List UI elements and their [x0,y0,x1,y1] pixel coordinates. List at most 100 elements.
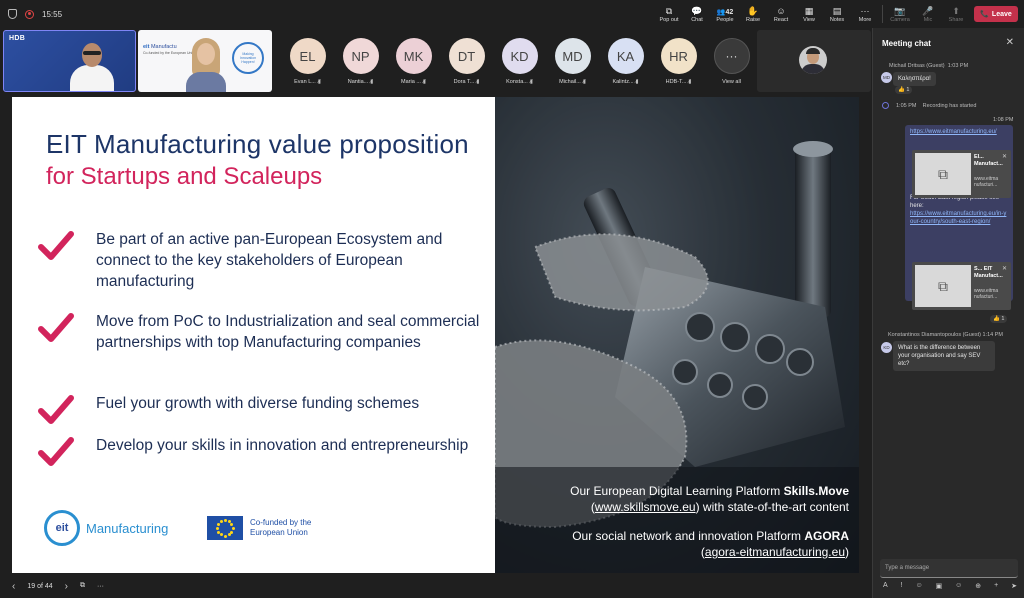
slide-grid-icon[interactable]: ⧉ [80,582,85,590]
video-tile-presenter[interactable]: eit Manufactu Co-funded by the European … [138,30,272,92]
recording-icon [25,9,34,19]
avatar: KD [881,342,892,353]
people-button[interactable]: 👥42 People [711,0,739,28]
grid-icon: ▦ [804,5,814,16]
making-innovation-logo: Making Innovation Happen! [232,42,264,74]
add-icon[interactable]: + [994,582,998,590]
skillsmove-link[interactable]: www.skillsmove.eu [595,500,696,514]
avatar: KD [501,38,538,74]
mic-off-icon: ▮̸ [317,79,321,85]
chat-message[interactable]: What is the difference between your orga… [893,341,995,371]
recording-icon [882,102,889,109]
bullet-item: Develop your skills in innovation and en… [38,435,468,466]
camera-button[interactable]: 📷 Camera [886,0,914,28]
avatar: MD [881,72,892,83]
message-input[interactable]: Type a message [880,559,1018,578]
south-east-link[interactable]: https://www.eitmanufacturing.eu/in-your-… [910,210,1008,226]
bullet-item: Fuel your growth with diverse funding sc… [38,393,419,424]
camera-icon: 📷 [894,5,906,16]
next-slide-icon[interactable]: › [65,581,68,592]
gif-icon[interactable]: ▣ [936,582,943,590]
checkmark-icon [38,395,74,424]
video-strip: HDB eit Manufactu Co-funded by the Europ… [0,28,872,94]
popout-button[interactable]: ⧉ Pop out [655,0,683,28]
agora-link[interactable]: agora-eitmanufacturing.eu [705,545,845,559]
participant-video-person [70,41,114,91]
notes-icon: ▤ [832,5,842,16]
shield-icon[interactable] [8,9,17,19]
skills-move-caption: Our European Digital Learning Platform S… [570,484,849,514]
previous-slide-icon[interactable]: ‹ [12,581,15,592]
avatar: DT [448,38,485,74]
emoji-icon[interactable]: ☺ [916,582,923,590]
message-time: 1:08 PM [993,117,1014,123]
slide-more-icon[interactable]: ··· [97,583,104,590]
participant-tile[interactable]: MK Maria ... ▮̸ [387,28,440,94]
close-icon[interactable]: ✕ [1006,37,1014,48]
eit-manufacturing-logo: eit Manufacturing [44,510,168,546]
loop-icon[interactable]: ⊕ [975,582,981,590]
chat-title: Meeting chat [882,39,931,48]
people-count: 42 [725,8,734,16]
participant-tile[interactable]: DT Dora T... ▮̸ [440,28,493,94]
mic-off-icon: ▮̸ [635,79,639,85]
close-icon[interactable]: ✕ [1002,153,1007,160]
eu-star-icon [216,522,220,526]
eu-star-icon [215,526,219,530]
hdb-logo: HDB [9,35,26,42]
eu-star-icon [227,533,231,537]
chat-icon: 💬 [691,5,703,16]
participant-tile[interactable]: HR HDB-T... ▮̸ [652,28,705,94]
checkmark-icon [38,313,74,342]
participant-tile[interactable]: NP Nantia... ▮̸ [334,28,387,94]
slide-text-panel: EIT Manufacturing value proposition for … [12,97,495,573]
important-icon[interactable]: ! [901,582,903,590]
self-avatar [799,46,827,74]
eu-star-icon [230,522,234,526]
like-reaction[interactable]: 👍 1 [895,86,913,94]
mic-button[interactable]: 🎤 Mic [914,0,942,28]
close-icon[interactable]: ✕ [1002,265,1007,272]
format-icon[interactable]: A [883,582,888,590]
participant-tile[interactable]: KD Konsta... ▮̸ [493,28,546,94]
link-preview-card[interactable]: ⧉ S... EIT Manufact... www.eitma nufactu… [912,262,1011,310]
shared-presentation-slide: EIT Manufacturing value proposition for … [12,97,859,573]
eit-link[interactable]: https://www.eitmanufacturing.eu/ [910,128,1008,136]
popout-icon: ⧉ [665,5,673,16]
top-bar-left: 15:55 [0,9,62,19]
link-preview-card[interactable]: ⧉ EI... Manufact... www.eitma nufacturi.… [912,150,1011,198]
phone-icon: 📞 [980,11,989,18]
leave-button[interactable]: 📞 Leave [974,6,1018,22]
eu-star-icon [223,534,227,538]
mic-off-icon: ▮̸ [529,79,533,85]
video-tile-hdb[interactable]: HDB [3,30,136,92]
chat-message[interactable]: Καλησπέρα! [893,72,936,86]
top-bar: 15:55 ⧉ Pop out 💬 Chat 👥42 People ✋ Rais… [0,0,1024,28]
eu-cofund-logo: Co-funded by the European Union [207,516,311,540]
like-reaction[interactable]: 👍 1 [990,315,1008,323]
notes-button[interactable]: ▤ Notes [823,0,851,28]
sticker-icon[interactable]: ☺ [955,582,962,590]
avatar: EL [289,38,326,74]
react-button[interactable]: ☺ React [767,0,795,28]
view-all-button[interactable]: ··· View all [705,28,758,94]
smile-icon: ☺ [776,5,786,16]
more-button[interactable]: ··· More [851,0,879,28]
top-bar-actions: ⧉ Pop out 💬 Chat 👥42 People ✋ Raise ☺ Re… [655,0,1018,28]
share-button[interactable]: ⬆ Share [942,0,970,28]
checkmark-icon [38,437,74,466]
slide-title: EIT Manufacturing value proposition [46,129,469,159]
eu-star-icon [219,519,223,523]
self-video-tile[interactable] [757,30,871,92]
participant-tile[interactable]: MD Michail... ▮̸ [546,28,599,94]
raise-hand-button[interactable]: ✋ Raise [739,0,767,28]
chat-button[interactable]: 💬 Chat [683,0,711,28]
eu-star-icon [230,530,234,534]
avatar: MK [395,38,432,74]
message-meta: Konstantinos Diamantopoulos (Guest) 1:14… [888,332,1003,338]
participant-tile[interactable]: EL Evan L... ▮̸ [281,28,334,94]
mic-off-icon: ▮̸ [422,79,426,85]
send-icon[interactable]: ➤ [1011,582,1017,590]
view-button[interactable]: ▦ View [795,0,823,28]
participant-tile[interactable]: KA Kalintz... ▮̸ [599,28,652,94]
